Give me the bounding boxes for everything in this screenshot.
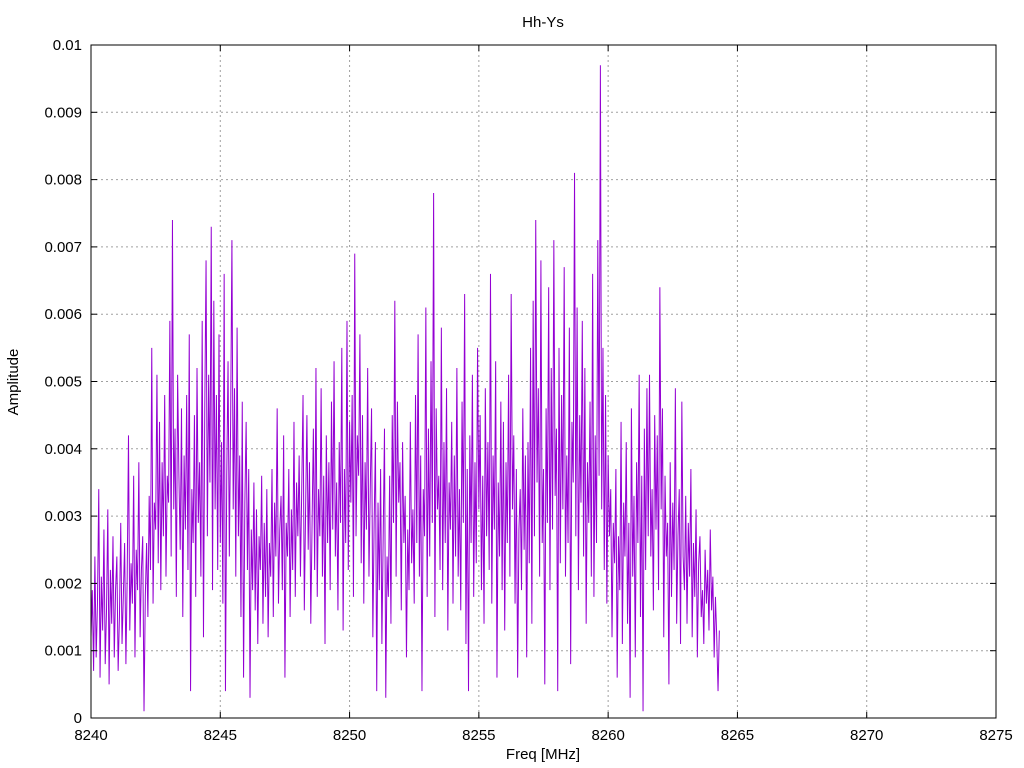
x-tick-label: 8260: [591, 727, 624, 744]
y-tick-label: 0.007: [44, 239, 82, 256]
x-axis-label: Freq [MHz]: [506, 746, 580, 763]
y-tick-label: 0.006: [44, 306, 82, 323]
y-tick-label: 0.003: [44, 508, 82, 525]
x-tick-label: 8250: [333, 727, 366, 744]
y-tick-label: 0.008: [44, 172, 82, 189]
y-tick-label: 0.005: [44, 374, 82, 391]
y-tick-label: 0.009: [44, 104, 82, 121]
x-tick-label: 8245: [204, 727, 237, 744]
y-tick-label: 0: [74, 710, 82, 727]
y-axis-label: Amplitude: [5, 349, 22, 416]
chart-title: Hh-Ys: [522, 14, 564, 31]
y-tick-label: 0.004: [44, 441, 82, 458]
x-tick-label: 8270: [850, 727, 883, 744]
x-tick-label: 8240: [74, 727, 107, 744]
y-tick-label: 0.001: [44, 643, 82, 660]
y-tick-label: 0.01: [53, 37, 82, 54]
spectrum-chart: 8240 8245 8250 8255 8260 8265 8270 8275 0 0.001 0…: [0, 0, 1024, 768]
x-tick-label: 8275: [979, 727, 1012, 744]
x-tick-label: 8265: [721, 727, 754, 744]
x-tick-label: 8255: [462, 727, 495, 744]
y-tick-label: 0.002: [44, 575, 82, 592]
